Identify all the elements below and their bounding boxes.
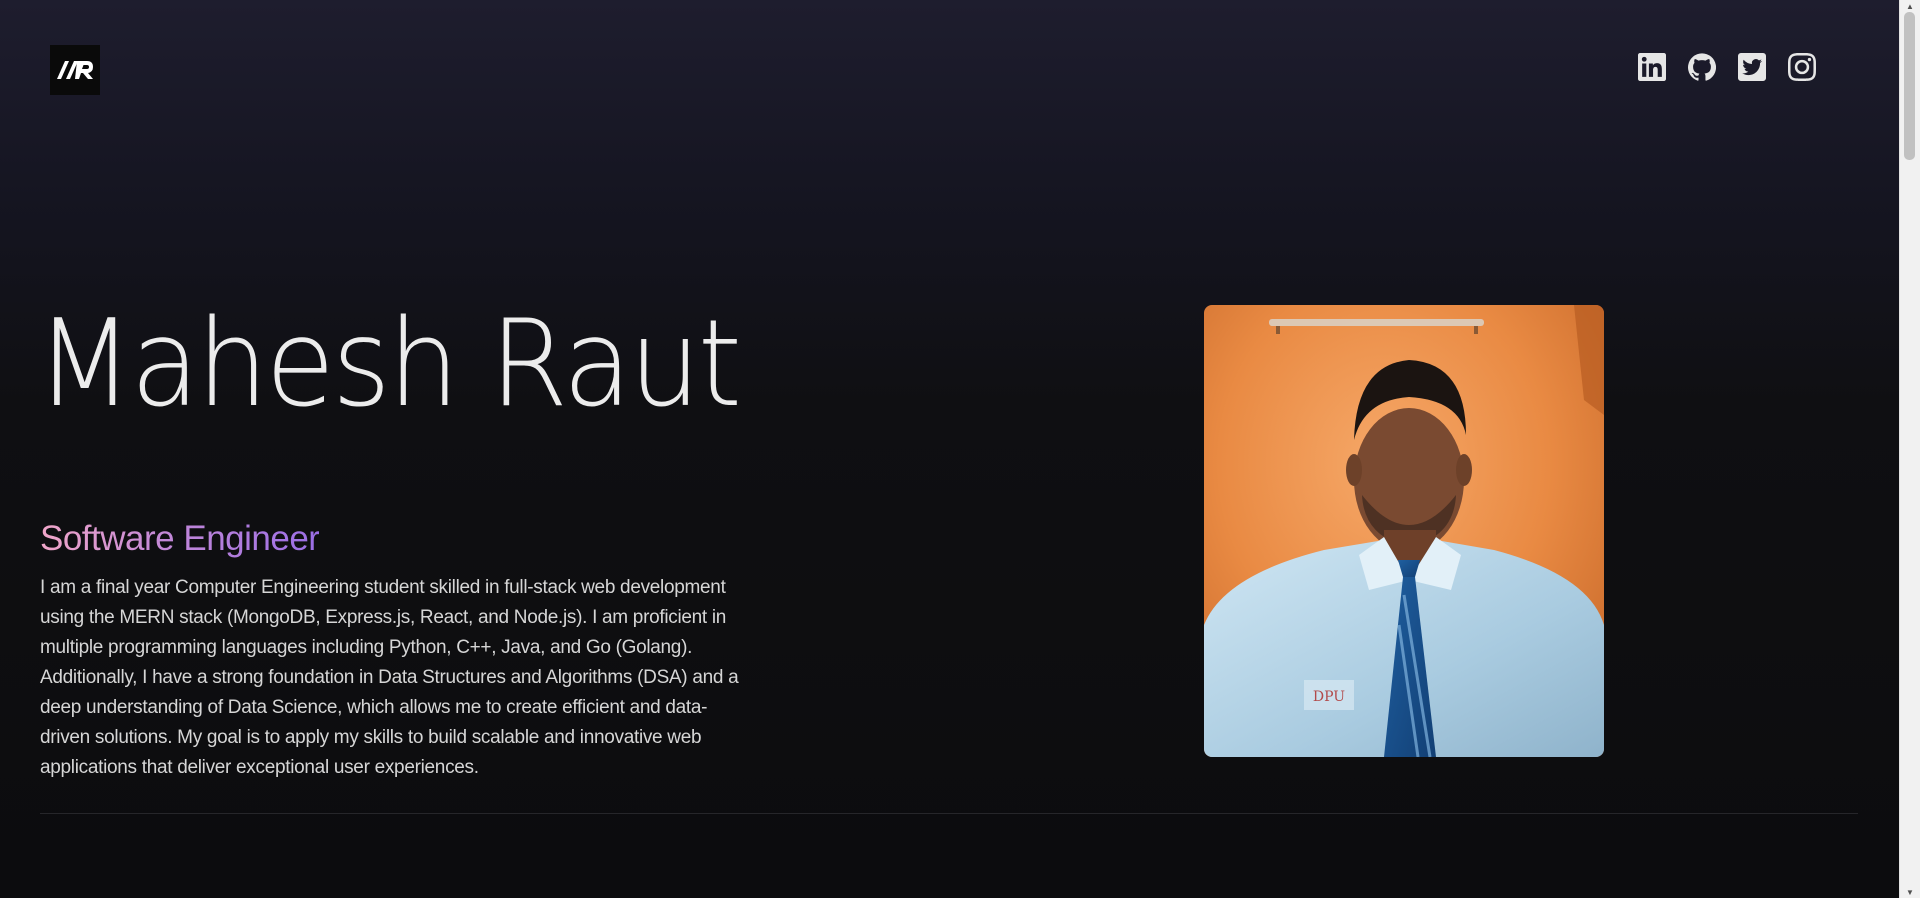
hero-name: Mahesh Raut: [36, 295, 742, 434]
linkedin-link[interactable]: [1638, 53, 1666, 81]
scroll-up-arrow-icon[interactable]: ▲: [1900, 0, 1920, 12]
github-icon: [1688, 53, 1716, 81]
twitter-icon: [1738, 53, 1766, 81]
social-links: [1638, 53, 1816, 81]
hero-bio: I am a final year Computer Engineering s…: [40, 577, 739, 778]
site-logo[interactable]: [50, 45, 100, 95]
scroll-down-arrow-icon[interactable]: ▼: [1900, 886, 1920, 898]
shirt-badge-text: DPU: [1313, 689, 1345, 705]
mr-monogram-icon: [57, 61, 93, 79]
profile-photo: DPU: [1204, 305, 1604, 757]
instagram-link[interactable]: [1788, 53, 1816, 81]
hero-role: Software Engineer: [40, 519, 320, 558]
twitter-link[interactable]: [1738, 53, 1766, 81]
section-divider: [40, 813, 1858, 814]
github-link[interactable]: [1688, 53, 1716, 81]
instagram-icon: [1788, 53, 1816, 81]
linkedin-icon: [1638, 53, 1666, 81]
page: Mahesh Raut Software Engineer I am a fin…: [0, 0, 1900, 898]
vertical-scrollbar[interactable]: ▲ ▼: [1899, 0, 1920, 898]
portrait-image: DPU: [1204, 305, 1604, 757]
scroll-thumb[interactable]: [1904, 12, 1915, 160]
